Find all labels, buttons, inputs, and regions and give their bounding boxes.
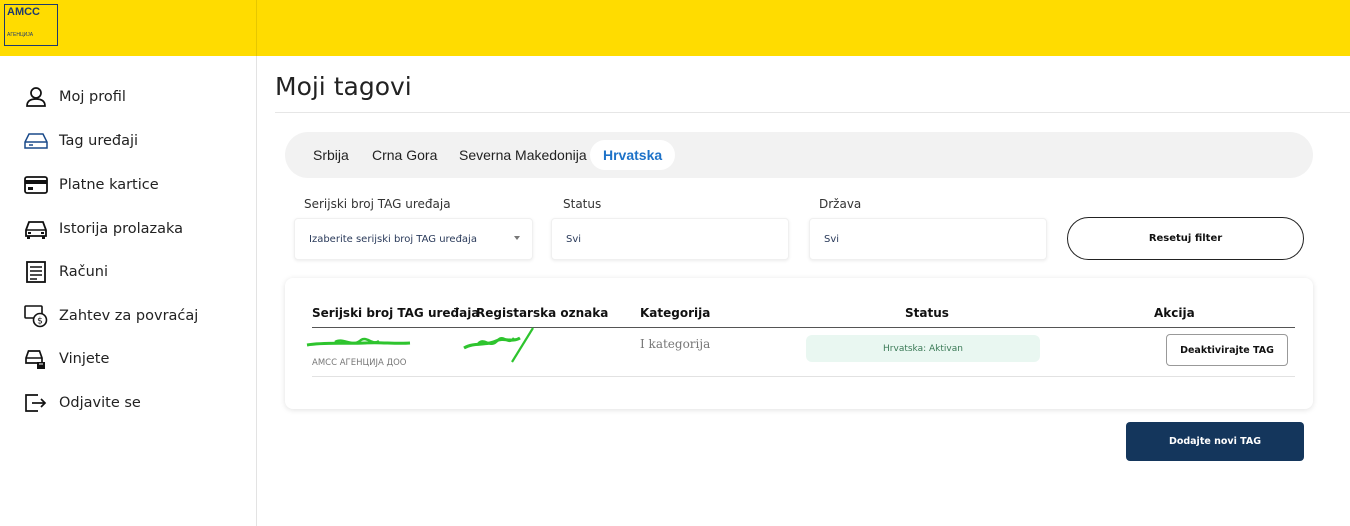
column-header-status: Status	[905, 306, 949, 320]
tab-crna-gora[interactable]: Crna Gora	[372, 140, 437, 170]
page-title: Moji tagovi	[275, 72, 412, 101]
column-header-plate: Registarska oznaka	[476, 306, 609, 320]
sidebar-item-label: Računi	[59, 264, 109, 280]
reset-filter-button[interactable]: Resetuj filter	[1067, 217, 1304, 260]
invoice-icon	[24, 260, 48, 284]
country-tabs: Srbija Crna Gora Severna Makedonija Hrva…	[285, 132, 1313, 178]
sidebar-item-label: Tag uređaji	[59, 133, 139, 149]
sidebar-item-label: Platne kartice	[59, 177, 159, 193]
sidebar-item-label: Moj profil	[59, 89, 126, 105]
tab-srbija[interactable]: Srbija	[313, 140, 349, 170]
sidebar-item-label: Vinjete	[59, 351, 110, 367]
serial-filter-label: Serijski broj TAG uređaja	[304, 197, 451, 211]
sidebar-item-istorija-prolazaka[interactable]: Istorija prolazaka	[24, 214, 183, 244]
tag-device-icon	[24, 129, 48, 153]
country-select[interactable]: Svi	[809, 218, 1047, 260]
category-cell: I kategorija	[640, 337, 711, 351]
sidebar: Moj profil Tag uređaji Platne kartice Is…	[0, 56, 257, 526]
tags-table-card: Serijski broj TAG uređaja Registarska oz…	[285, 278, 1313, 409]
sidebar-item-tag-uredjaji[interactable]: Tag uređaji	[24, 126, 138, 156]
title-divider	[275, 112, 1350, 113]
country-filter-label: Država	[819, 197, 862, 211]
status-filter-label: Status	[563, 197, 602, 211]
top-header-bar: AMCC АГЕНЦИЈА	[0, 0, 1350, 56]
logout-icon	[24, 391, 48, 415]
column-header-category: Kategorija	[640, 306, 711, 320]
sidebar-item-racuni[interactable]: Računi	[24, 257, 108, 287]
sidebar-item-moj-profil[interactable]: Moj profil	[24, 82, 126, 112]
sidebar-item-platne-kartice[interactable]: Platne kartice	[24, 170, 159, 200]
refund-icon: $	[24, 304, 48, 328]
header-divider	[256, 0, 257, 56]
serial-select[interactable]: Izaberite serijski broj TAG uređaja	[294, 218, 533, 260]
redacted-plate-scribble	[463, 327, 534, 363]
deactivate-tag-button[interactable]: Deaktivirajte TAG	[1166, 334, 1288, 366]
logo-text: AMCC	[7, 6, 40, 18]
sidebar-item-odjavite-se[interactable]: Odjavite se	[24, 388, 141, 418]
chevron-down-icon	[514, 236, 520, 240]
column-header-serial: Serijski broj TAG uređaja	[312, 306, 480, 320]
column-header-action: Akcija	[1154, 306, 1195, 320]
user-icon	[24, 85, 48, 109]
logo-subtext: АГЕНЦИЈА	[7, 32, 34, 38]
add-new-tag-button[interactable]: Dodajte novi TAG	[1126, 422, 1304, 461]
serial-owner-text: АМСС АГЕНЦИЈА ДОО	[312, 358, 407, 368]
credit-card-icon	[24, 173, 48, 197]
svg-text:$: $	[37, 317, 43, 327]
status-select-value: Svi	[566, 233, 582, 245]
sidebar-item-vinjete[interactable]: Vinjete	[24, 344, 109, 374]
car-icon	[24, 217, 48, 241]
status-select[interactable]: Svi	[551, 218, 789, 260]
sidebar-item-zahtev-za-povracaj[interactable]: $ Zahtev za povraćaj	[24, 301, 198, 331]
tab-severna-makedonija[interactable]: Severna Makedonija	[459, 140, 587, 170]
vignette-car-icon	[24, 347, 48, 371]
status-badge: Hrvatska: Aktivan	[806, 335, 1040, 362]
row-divider	[312, 376, 1295, 377]
sidebar-item-label: Odjavite se	[59, 395, 141, 411]
main-content: Moji tagovi Srbija Crna Gora Severna Mak…	[257, 56, 1350, 526]
tab-hrvatska[interactable]: Hrvatska	[590, 140, 676, 170]
sidebar-item-label: Istorija prolazaka	[59, 221, 184, 237]
serial-select-value: Izaberite serijski broj TAG uređaja	[309, 233, 477, 245]
country-select-value: Svi	[824, 233, 840, 245]
redacted-serial-scribble	[306, 337, 411, 347]
amcc-logo[interactable]: AMCC АГЕНЦИЈА	[4, 4, 58, 46]
sidebar-item-label: Zahtev za povraćaj	[59, 308, 199, 324]
